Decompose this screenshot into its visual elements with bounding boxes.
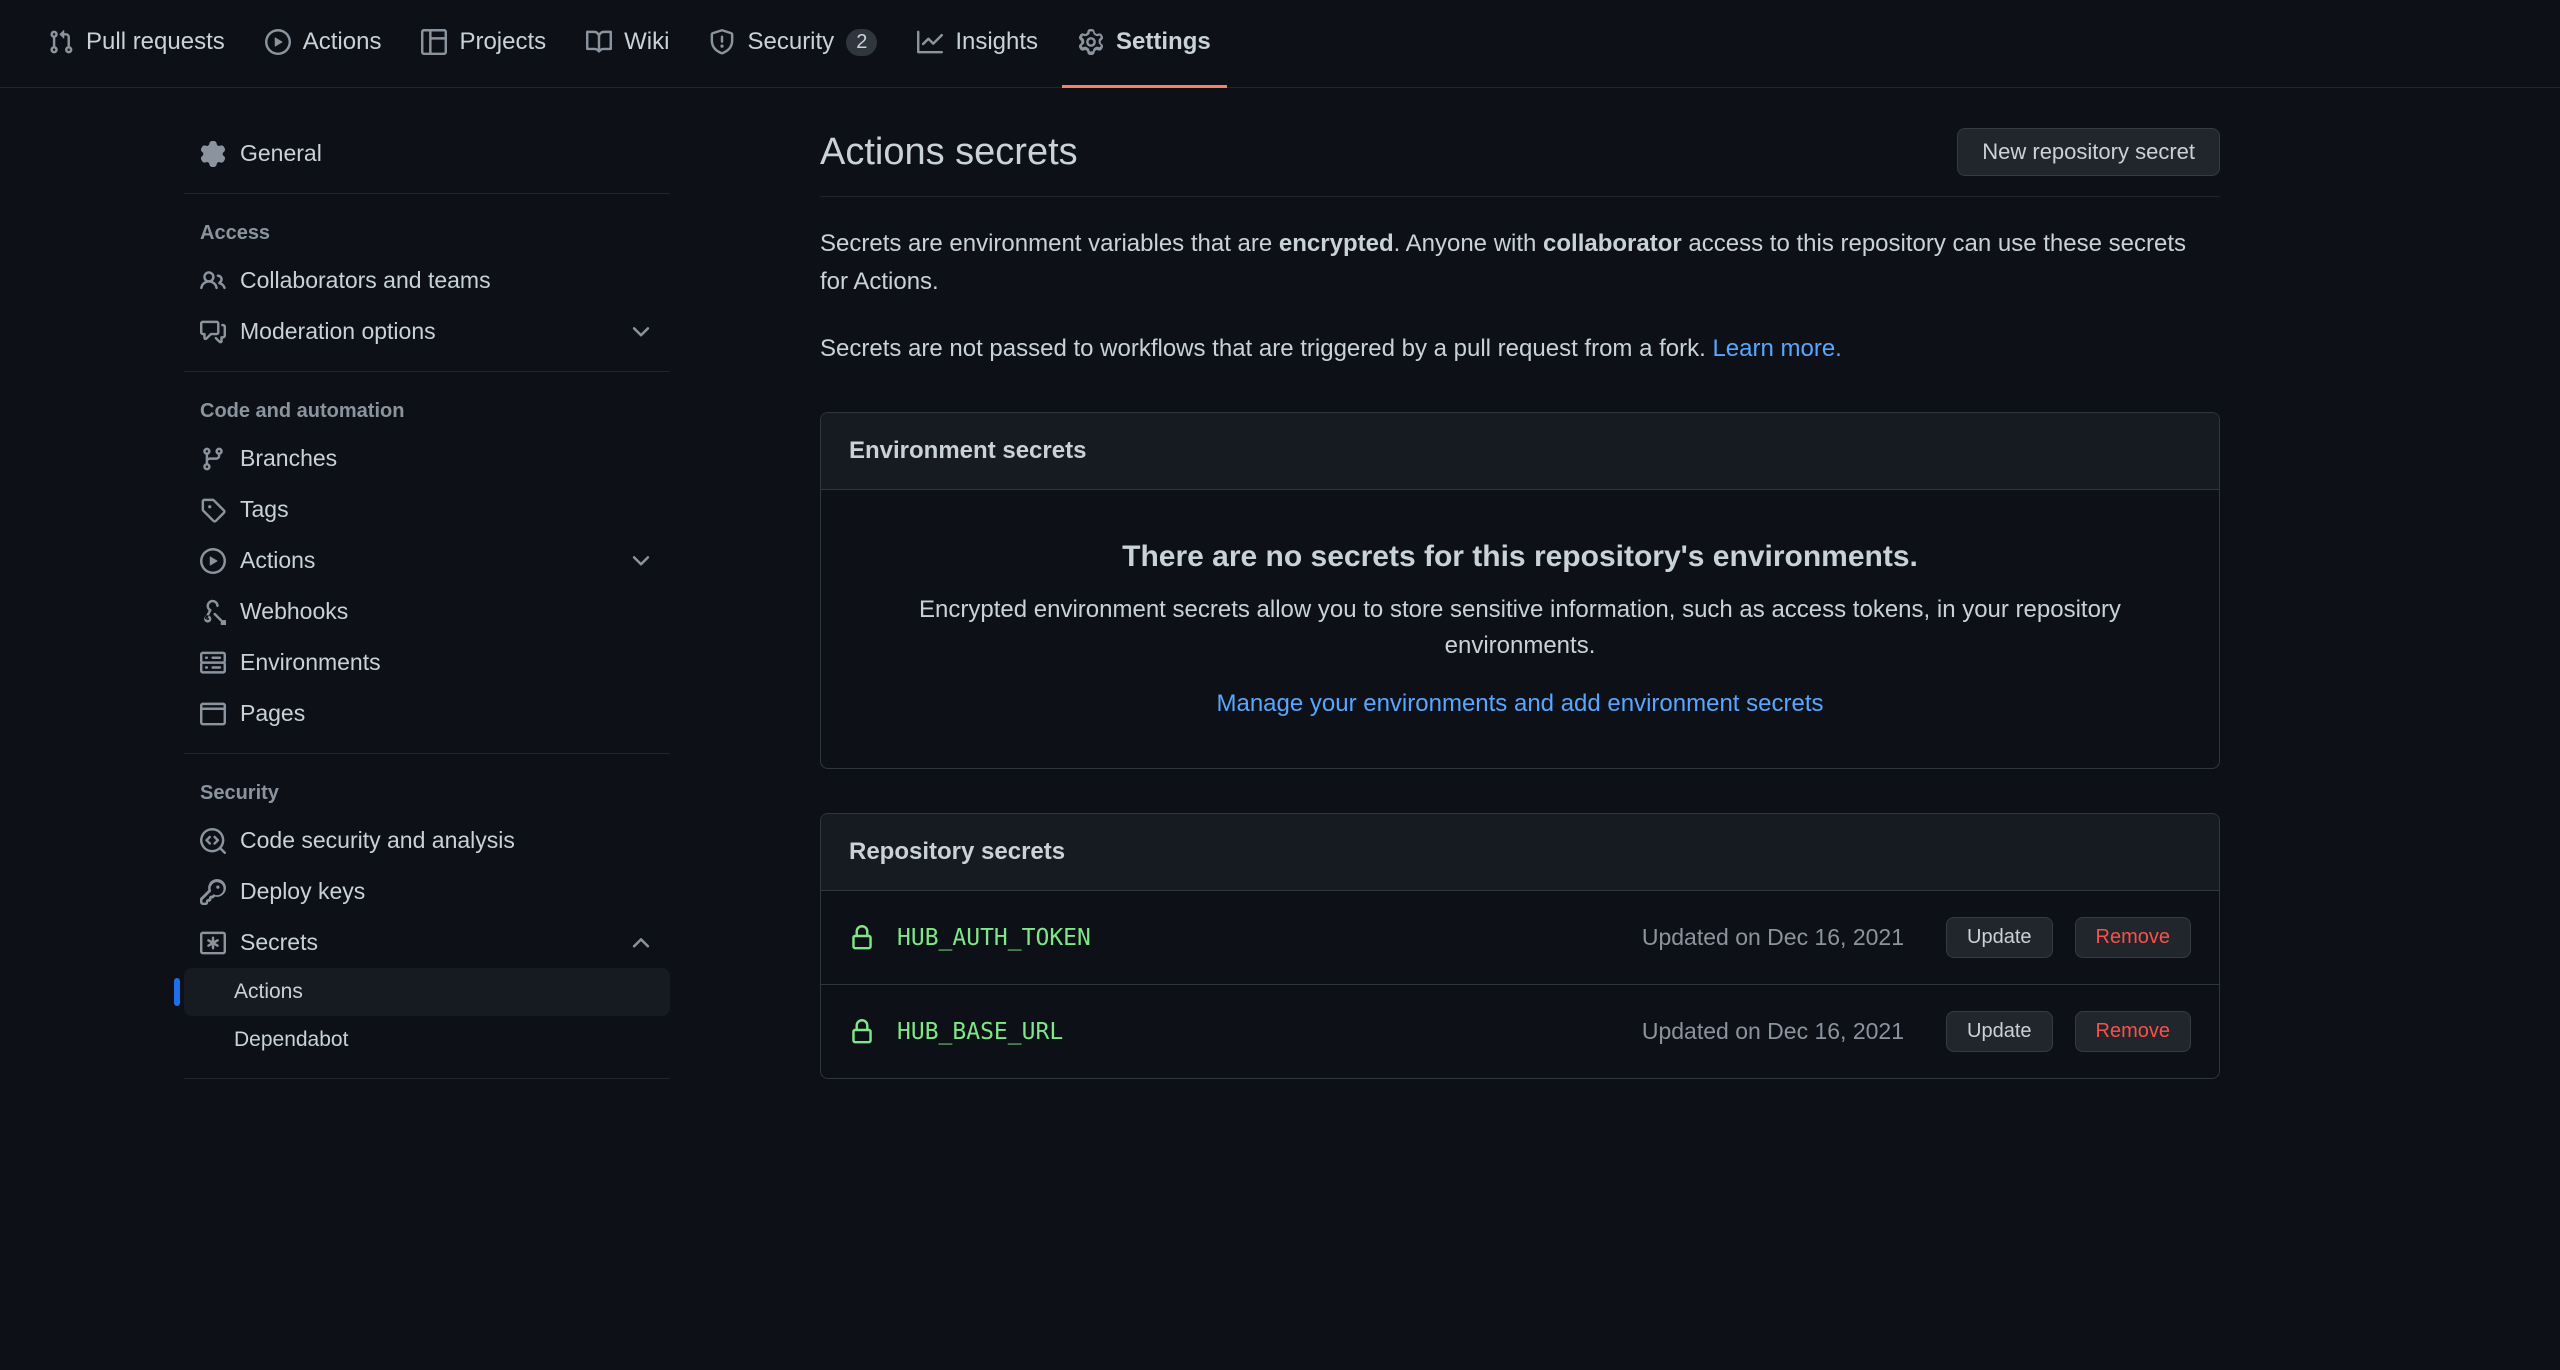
secrets-description-2: Secrets are not passed to workflows that…: [820, 330, 2220, 368]
comment-discussion-icon: [200, 319, 226, 345]
lock-icon: [849, 1019, 875, 1045]
environment-secrets-header: Environment secrets: [821, 413, 2219, 490]
nav-wiki[interactable]: Wiki: [570, 0, 685, 88]
secret-name: HUB_BASE_URL: [897, 1019, 1620, 1045]
play-icon: [265, 29, 291, 55]
secrets-description-1: Secrets are environment variables that a…: [820, 225, 2220, 302]
divider: [184, 1078, 670, 1079]
update-secret-button[interactable]: Update: [1946, 1011, 2053, 1052]
chevron-up-icon: [628, 930, 654, 956]
sidebar-item-branches[interactable]: Branches: [184, 433, 670, 484]
nav-security[interactable]: Security 2: [693, 0, 893, 88]
server-icon: [200, 650, 226, 676]
main-content: Actions secrets New repository secret Se…: [710, 128, 2280, 1093]
book-icon: [586, 29, 612, 55]
nav-actions[interactable]: Actions: [249, 0, 398, 88]
sidebar-item-secrets-actions[interactable]: Actions: [184, 968, 670, 1016]
learn-more-link[interactable]: Learn more.: [1712, 335, 1841, 362]
sidebar-item-tags[interactable]: Tags: [184, 484, 670, 535]
sidebar-item-general[interactable]: General: [184, 128, 670, 179]
manage-environments-link[interactable]: Manage your environments and add environ…: [1216, 690, 1823, 717]
sidebar-heading-code: Code and automation: [184, 386, 670, 433]
repo-nav: Pull requests Actions Projects Wiki Secu…: [0, 0, 2560, 88]
browser-icon: [200, 701, 226, 727]
sidebar-item-moderation[interactable]: Moderation options: [184, 306, 670, 357]
sidebar-item-secrets-dependabot[interactable]: Dependabot: [184, 1016, 670, 1064]
gear-icon: [200, 141, 226, 167]
table-icon: [421, 29, 447, 55]
remove-secret-button[interactable]: Remove: [2075, 917, 2191, 958]
secret-updated: Updated on Dec 16, 2021: [1642, 924, 1904, 951]
gear-icon: [1078, 29, 1104, 55]
environment-secrets-box: Environment secrets There are no secrets…: [820, 412, 2220, 769]
page-title: Actions secrets: [820, 131, 1078, 174]
secret-name: HUB_AUTH_TOKEN: [897, 925, 1620, 951]
graph-icon: [917, 29, 943, 55]
key-icon: [200, 879, 226, 905]
new-repository-secret-button[interactable]: New repository secret: [1957, 128, 2220, 176]
divider: [184, 753, 670, 754]
env-empty-title: There are no secrets for this repository…: [901, 540, 2139, 574]
people-icon: [200, 268, 226, 294]
nav-pull-requests[interactable]: Pull requests: [32, 0, 241, 88]
key-asterisk-icon: [200, 930, 226, 956]
sidebar-item-pages[interactable]: Pages: [184, 688, 670, 739]
chevron-down-icon: [628, 548, 654, 574]
webhook-icon: [200, 599, 226, 625]
sidebar-item-collaborators[interactable]: Collaborators and teams: [184, 255, 670, 306]
play-icon: [200, 548, 226, 574]
tag-icon: [200, 497, 226, 523]
lock-icon: [849, 925, 875, 951]
sidebar-item-deploy-keys[interactable]: Deploy keys: [184, 866, 670, 917]
codescan-icon: [200, 828, 226, 854]
secret-updated: Updated on Dec 16, 2021: [1642, 1018, 1904, 1045]
shield-icon: [709, 29, 735, 55]
environment-secrets-empty: There are no secrets for this repository…: [821, 490, 2219, 768]
sidebar-item-environments[interactable]: Environments: [184, 637, 670, 688]
security-counter: 2: [846, 29, 877, 56]
repository-secrets-header: Repository secrets: [821, 814, 2219, 891]
repository-secrets-box: Repository secrets HUB_AUTH_TOKEN Update…: [820, 813, 2220, 1079]
git-branch-icon: [200, 446, 226, 472]
secret-row: HUB_AUTH_TOKEN Updated on Dec 16, 2021 U…: [821, 891, 2219, 984]
nav-projects[interactable]: Projects: [405, 0, 562, 88]
sidebar-item-secrets[interactable]: Secrets: [184, 917, 670, 968]
sidebar-item-webhooks[interactable]: Webhooks: [184, 586, 670, 637]
chevron-down-icon: [628, 319, 654, 345]
env-empty-desc: Encrypted environment secrets allow you …: [901, 592, 2139, 664]
divider: [184, 371, 670, 372]
nav-settings[interactable]: Settings: [1062, 0, 1227, 88]
sidebar-heading-security: Security: [184, 768, 670, 815]
sidebar-item-code-security[interactable]: Code security and analysis: [184, 815, 670, 866]
nav-insights[interactable]: Insights: [901, 0, 1054, 88]
update-secret-button[interactable]: Update: [1946, 917, 2053, 958]
git-pull-request-icon: [48, 29, 74, 55]
sidebar-item-actions[interactable]: Actions: [184, 535, 670, 586]
sidebar-heading-access: Access: [184, 208, 670, 255]
remove-secret-button[interactable]: Remove: [2075, 1011, 2191, 1052]
settings-sidebar: General Access Collaborators and teams M…: [0, 128, 710, 1093]
divider: [184, 193, 670, 194]
secret-row: HUB_BASE_URL Updated on Dec 16, 2021 Upd…: [821, 984, 2219, 1078]
